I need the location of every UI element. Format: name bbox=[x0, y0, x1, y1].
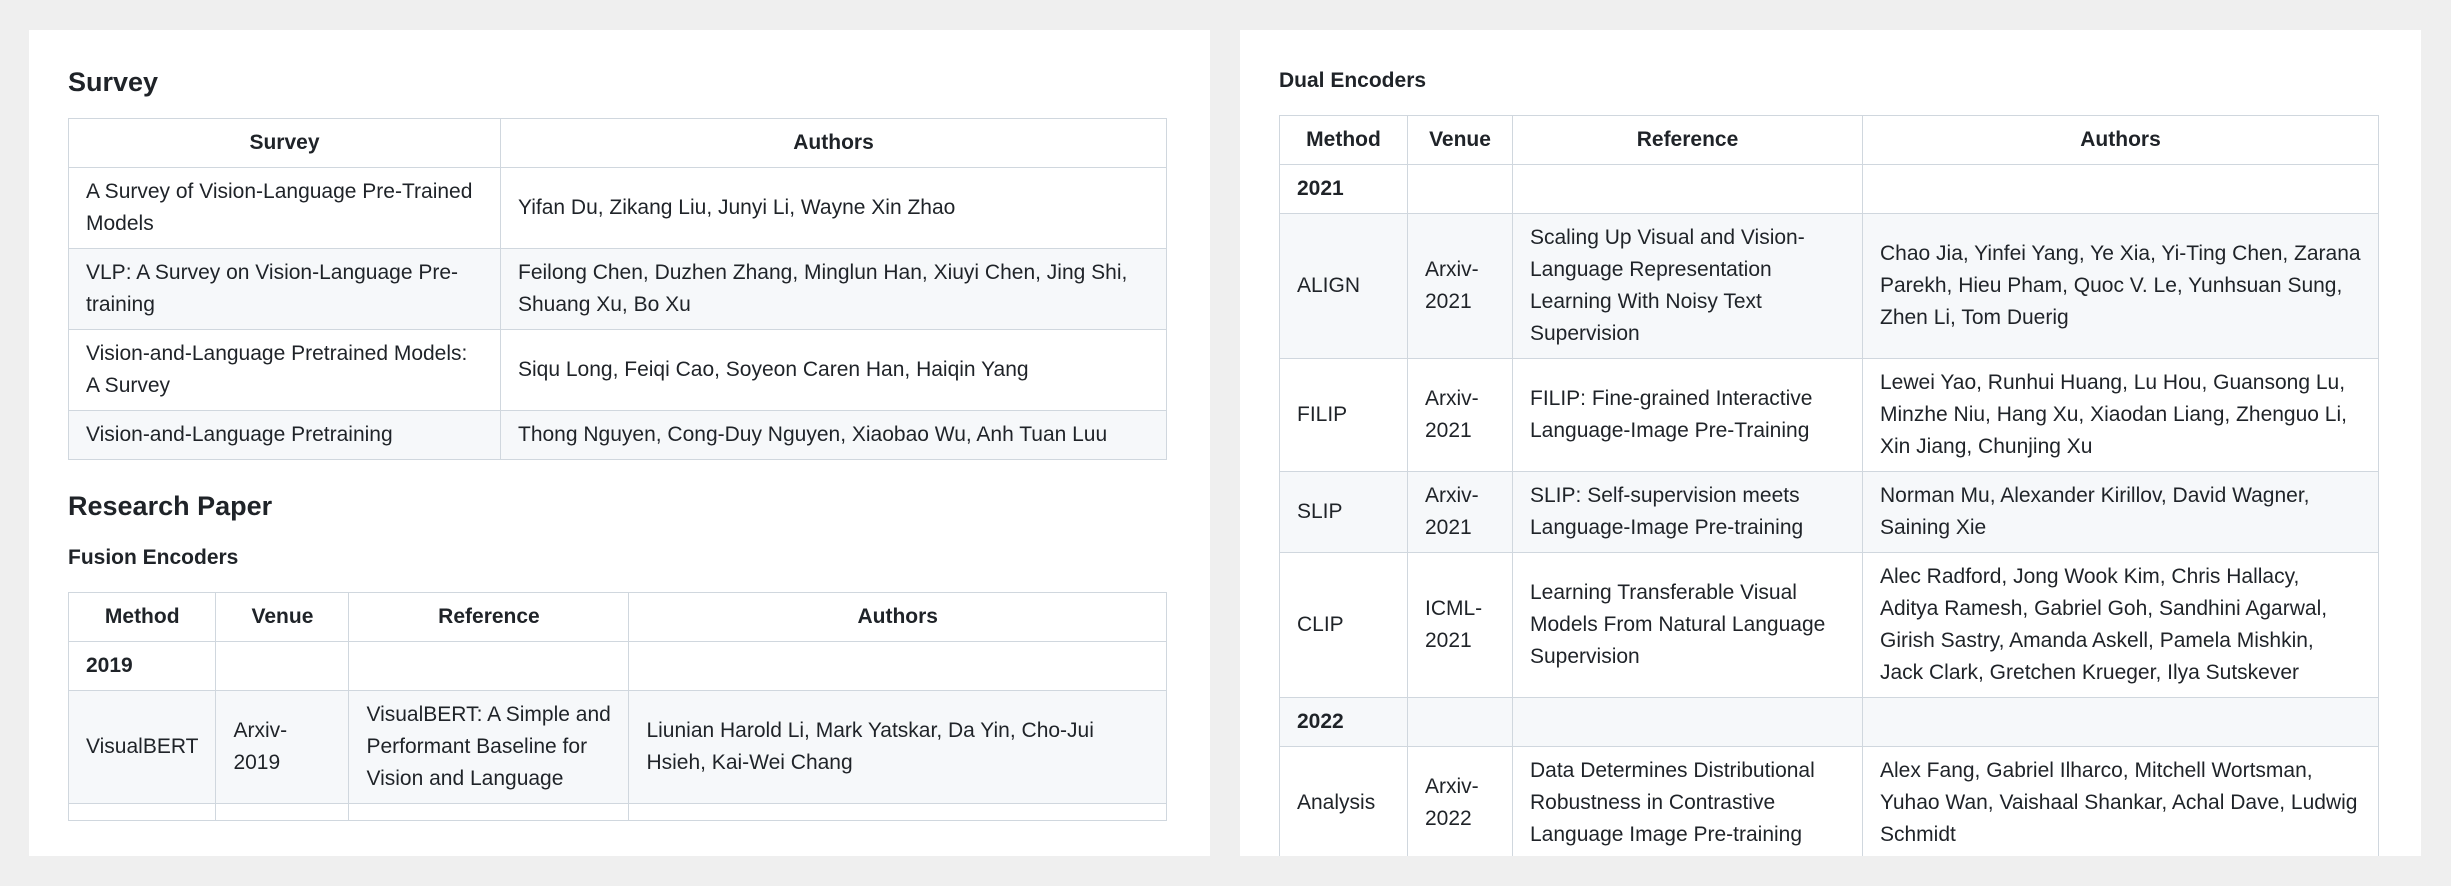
table-cell bbox=[215, 640, 350, 691]
table-cell: Norman Mu, Alexander Kirillov, David Wag… bbox=[1862, 471, 2379, 554]
table-row: CLIP ICML-2021 Learning Transferable Visua… bbox=[1279, 552, 2379, 699]
table-cell: 2021 bbox=[1279, 164, 1408, 215]
table-cell bbox=[1512, 697, 1863, 748]
table-cell bbox=[215, 802, 350, 821]
year-row: 2021 bbox=[1279, 164, 2379, 215]
fusion-encoders-table: Method Venue Reference Authors 2019 VisualBE… bbox=[67, 591, 1167, 821]
survey-heading: Survey bbox=[68, 67, 159, 97]
table-cell: FILIP bbox=[1279, 358, 1408, 473]
table-cell: Data Determines Distributional Robustnes… bbox=[1512, 746, 1863, 856]
table-cell: ICML-2021 bbox=[1407, 552, 1513, 699]
table-cell: 2022 bbox=[1279, 697, 1408, 748]
table-cell: Alex Fang, Gabriel Ilharco, Mitchell Wor… bbox=[1862, 746, 2379, 856]
left-panel: Survey Survey Authors A Survey of Vision-… bbox=[29, 30, 1210, 856]
column-header: Venue bbox=[215, 591, 350, 642]
column-header: Authors bbox=[500, 118, 1167, 169]
table-cell: VLP: A Survey on Vision-Language Pre-tra… bbox=[68, 248, 501, 331]
fusion-encoders-heading: Fusion Encoders bbox=[68, 545, 239, 569]
column-header: Venue bbox=[1407, 115, 1513, 166]
dual-encoders-heading: Dual Encoders bbox=[1279, 69, 1427, 92]
column-header: Reference bbox=[1512, 115, 1863, 166]
table-cell bbox=[67, 802, 217, 821]
table-cell: Thong Nguyen, Cong-Duy Nguyen, Xiaobao W… bbox=[500, 410, 1167, 461]
research-paper-heading: Research Paper bbox=[68, 491, 273, 522]
table-cell: SLIP: Self-supervision meets Language-Im… bbox=[1512, 471, 1863, 554]
column-header: Method bbox=[67, 591, 217, 642]
table-cell bbox=[348, 640, 630, 691]
table-row: SLIP Arxiv-2021 SLIP: Self-supervision mee… bbox=[1279, 471, 2379, 554]
table-cell: VisualBERT bbox=[67, 689, 217, 804]
table-row: ALIGN Arxiv-2021 Scaling Up Visual and Vis… bbox=[1279, 213, 2379, 360]
table-cell: CLIP bbox=[1279, 552, 1408, 699]
table-cell: Arxiv-2021 bbox=[1407, 471, 1513, 554]
table-cell: 2019 bbox=[67, 640, 217, 691]
table-cell: FILIP: Fine-grained Interactive Language… bbox=[1512, 358, 1863, 473]
column-header: Method bbox=[1279, 115, 1408, 166]
column-header: Survey bbox=[68, 118, 501, 169]
table-cell: Siqu Long, Feiqi Cao, Soyeon Caren Han, … bbox=[500, 329, 1167, 412]
table-row: Vision-and-Language Pretrained Models: A… bbox=[68, 329, 1167, 412]
table-cell: Arxiv-2022 bbox=[1407, 746, 1513, 856]
table-row: A Survey of Vision-Language Pre-Trained … bbox=[68, 167, 1167, 250]
table-cell: Vision-and-Language Pretraining bbox=[68, 410, 501, 461]
table-row: Vision-and-Language Pretraining Thong Ngu… bbox=[68, 410, 1167, 461]
column-header: Reference bbox=[348, 591, 630, 642]
table-cell: ALIGN bbox=[1279, 213, 1408, 360]
year-row: 2019 bbox=[67, 640, 1167, 691]
table-cell: Scaling Up Visual and Vision-Language Re… bbox=[1512, 213, 1863, 360]
table-cell: Vision-and-Language Pretrained Models: A… bbox=[68, 329, 501, 412]
table-cell bbox=[348, 802, 630, 821]
table-cell bbox=[1862, 164, 2379, 215]
table-cell: Alec Radford, Jong Wook Kim, Chris Halla… bbox=[1862, 552, 2379, 699]
table-cell: A Survey of Vision-Language Pre-Trained … bbox=[68, 167, 501, 250]
table-cell: Learning Transferable Visual Models From… bbox=[1512, 552, 1863, 699]
table-cell: VisualBERT: A Simple and Performant Base… bbox=[348, 689, 630, 804]
table-row bbox=[67, 802, 1167, 821]
table-row: FILIP Arxiv-2021 FILIP: Fine-grained Inter… bbox=[1279, 358, 2379, 473]
table-cell: Analysis bbox=[1279, 746, 1408, 856]
column-header: Authors bbox=[1862, 115, 2379, 166]
table-row: Analysis Arxiv-2022 Data Determines Distri… bbox=[1279, 746, 2379, 856]
table-cell: Arxiv-2019 bbox=[215, 689, 350, 804]
table-cell bbox=[628, 802, 1167, 821]
right-panel: Dual Encoders Method Venue Reference Author… bbox=[1240, 30, 2421, 856]
table-cell: Lewei Yao, Runhui Huang, Lu Hou, Guanson… bbox=[1862, 358, 2379, 473]
table-cell: Arxiv-2021 bbox=[1407, 358, 1513, 473]
dual-encoders-table: Method Venue Reference Authors 2021 ALIGN Arx… bbox=[1279, 115, 2379, 856]
table-cell: Feilong Chen, Duzhen Zhang, Minglun Han,… bbox=[500, 248, 1167, 331]
table-row: VisualBERT Arxiv-2019 VisualBERT: A Simple… bbox=[67, 689, 1167, 804]
table-cell bbox=[628, 640, 1167, 691]
table-cell bbox=[1407, 164, 1513, 215]
table-cell: Yifan Du, Zikang Liu, Junyi Li, Wayne Xi… bbox=[500, 167, 1167, 250]
table-cell: Liunian Harold Li, Mark Yatskar, Da Yin,… bbox=[628, 689, 1167, 804]
column-header: Authors bbox=[628, 591, 1167, 642]
table-cell: SLIP bbox=[1279, 471, 1408, 554]
table-cell bbox=[1862, 697, 2379, 748]
table-cell: Arxiv-2021 bbox=[1407, 213, 1513, 360]
year-row: 2022 bbox=[1279, 697, 2379, 748]
table-row: VLP: A Survey on Vision-Language Pre-tra… bbox=[68, 248, 1167, 331]
survey-table: Survey Authors A Survey of Vision-Languag… bbox=[68, 118, 1167, 461]
table-cell bbox=[1512, 164, 1863, 215]
table-cell bbox=[1407, 697, 1513, 748]
table-cell: Chao Jia, Yinfei Yang, Ye Xia, Yi-Ting C… bbox=[1862, 213, 2379, 360]
